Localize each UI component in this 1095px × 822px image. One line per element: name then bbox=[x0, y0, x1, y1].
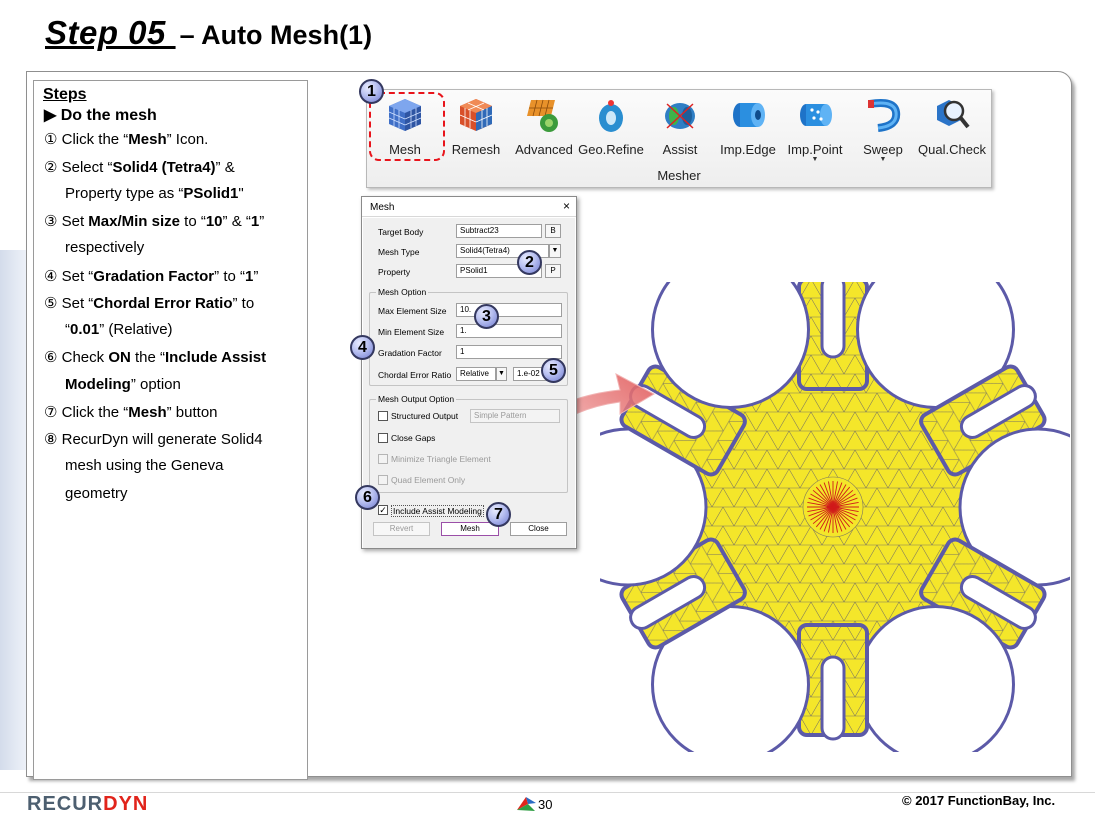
steps-heading: Steps bbox=[43, 86, 87, 103]
target-body-button[interactable]: B bbox=[545, 224, 561, 238]
dropdown-arrow-icon[interactable]: ▼ bbox=[857, 156, 909, 163]
wheel-slot bbox=[820, 282, 846, 359]
step-line: ③ Set Max/Min size to “10” & “1” bbox=[44, 213, 265, 230]
step-line: respectively bbox=[65, 239, 145, 256]
title-text: – Auto Mesh(1) bbox=[179, 20, 373, 50]
wheel-notch bbox=[856, 605, 1015, 752]
imp-edge-tool-button[interactable]: Imp.Edge bbox=[717, 96, 779, 157]
imp-point-icon bbox=[796, 96, 834, 134]
remesh-tool-button[interactable]: Remesh bbox=[451, 96, 501, 157]
include-assist-checkbox[interactable]: ✓ bbox=[378, 505, 388, 515]
advanced-tool-button[interactable]: Advanced bbox=[513, 96, 575, 157]
revert-button[interactable]: Revert bbox=[373, 522, 430, 536]
dropdown-arrow-icon[interactable]: ▼ bbox=[783, 156, 847, 163]
min-size-label: Min Element Size bbox=[378, 327, 445, 337]
quad-element-label: Quad Element Only bbox=[391, 475, 466, 485]
target-body-label: Target Body bbox=[378, 227, 424, 237]
step-line: ② Select “Solid4 (Tetra4)” & bbox=[44, 159, 235, 176]
background-band bbox=[0, 250, 26, 770]
target-body-field[interactable]: Subtract23 bbox=[456, 224, 542, 238]
step-line: ⑥ Check ON the “Include Assist bbox=[44, 349, 267, 366]
include-assist-label: Include Assist Modeling bbox=[391, 505, 484, 517]
minimize-triangle-label: Minimize Triangle Element bbox=[391, 454, 491, 464]
imp-edge-icon bbox=[729, 96, 767, 134]
close-icon[interactable]: × bbox=[563, 199, 570, 213]
chevron-down-icon[interactable]: ▼ bbox=[549, 244, 561, 258]
step-line: ⑧ RecurDyn will generate Solid4 bbox=[44, 431, 263, 448]
output-option-title: Mesh Output Option bbox=[376, 394, 457, 404]
toolbar-group-label: Mesher bbox=[657, 168, 701, 183]
property-label: Property bbox=[378, 267, 411, 277]
step-line: Modeling” option bbox=[65, 376, 181, 393]
wheel-slot bbox=[820, 655, 846, 741]
callout-badge-1: 1 bbox=[359, 79, 384, 104]
close-button[interactable]: Close bbox=[510, 522, 567, 536]
step-line: ④ Set “Gradation Factor” to “1” bbox=[44, 268, 259, 285]
step-line: ⑦ Click the “Mesh” button bbox=[44, 404, 218, 421]
assist-icon bbox=[661, 96, 699, 134]
callout-badge-5: 5 bbox=[541, 358, 566, 383]
title-step: Step 05 bbox=[45, 14, 176, 51]
min-size-input[interactable]: 1. bbox=[456, 324, 562, 338]
dialog-title: Mesh bbox=[370, 202, 395, 213]
steps-subheading: ▶ Do the mesh bbox=[44, 107, 157, 124]
slide-title: Step 05 – Auto Mesh(1) bbox=[45, 14, 372, 58]
assist-tool-button[interactable]: Assist bbox=[655, 96, 705, 157]
sweep-icon bbox=[864, 96, 902, 134]
property-button[interactable]: P bbox=[545, 264, 561, 278]
dialog-body: Target Body Subtract23 B Mesh Type Solid… bbox=[363, 218, 575, 548]
structured-output-label: Structured Output bbox=[391, 411, 459, 421]
step-line: Property type as “PSolid1" bbox=[65, 185, 244, 202]
gradation-label: Gradation Factor bbox=[378, 348, 442, 358]
step-line: ⑤ Set “Chordal Error Ratio” to bbox=[44, 295, 255, 312]
step-line: mesh using the Geneva bbox=[65, 457, 224, 474]
functionbay-logo-icon bbox=[517, 797, 536, 811]
step-line: geometry bbox=[65, 485, 128, 502]
callout-badge-6: 6 bbox=[355, 485, 380, 510]
minimize-triangle-checkbox[interactable] bbox=[378, 454, 388, 464]
max-size-input[interactable]: 10. bbox=[456, 303, 562, 317]
geo-refine-tool-button[interactable]: Geo.Refine bbox=[577, 96, 645, 157]
gradation-input[interactable]: 1 bbox=[456, 345, 562, 359]
structured-output-checkbox[interactable] bbox=[378, 411, 388, 421]
close-gaps-checkbox[interactable] bbox=[378, 433, 388, 443]
callout-badge-3: 3 bbox=[474, 304, 499, 329]
geo-refine-icon bbox=[592, 96, 630, 134]
max-size-label: Max Element Size bbox=[378, 306, 447, 316]
callout-badge-7: 7 bbox=[486, 502, 511, 527]
sweep-tool-button[interactable]: Sweep ▼ bbox=[857, 96, 909, 163]
step-line: “0.01” (Relative) bbox=[65, 321, 173, 338]
advanced-mesh-icon bbox=[525, 96, 563, 134]
qual-check-tool-button[interactable]: Qual.Check bbox=[917, 96, 987, 157]
remesh-cube-icon bbox=[457, 96, 495, 134]
callout-badge-2: 2 bbox=[517, 250, 542, 275]
mesh-option-title: Mesh Option bbox=[376, 287, 429, 297]
chordal-label: Chordal Error Ratio bbox=[378, 370, 452, 380]
mesh-type-label: Mesh Type bbox=[378, 247, 420, 257]
callout-badge-4: 4 bbox=[350, 335, 375, 360]
dialog-titlebar: Mesh × bbox=[362, 197, 576, 217]
page-number: 30 bbox=[538, 797, 553, 812]
quad-element-checkbox[interactable] bbox=[378, 475, 388, 485]
geneva-mesh-image bbox=[600, 282, 1070, 752]
imp-point-tool-button[interactable]: Imp.Point ▼ bbox=[783, 96, 847, 163]
chordal-mode-select[interactable]: Relative bbox=[456, 367, 496, 381]
close-gaps-label: Close Gaps bbox=[391, 433, 436, 443]
chevron-down-icon[interactable]: ▼ bbox=[496, 367, 507, 381]
qual-check-icon bbox=[933, 96, 971, 134]
copyright-text: © 2017 FunctionBay, Inc. bbox=[902, 793, 1056, 808]
structured-pattern-select[interactable]: Simple Pattern bbox=[470, 409, 560, 423]
mesh-icon-highlight bbox=[369, 92, 445, 161]
recurdyn-logo: RECURDYN bbox=[27, 793, 149, 815]
step-line: ① Click the “Mesh” Icon. bbox=[44, 131, 209, 148]
